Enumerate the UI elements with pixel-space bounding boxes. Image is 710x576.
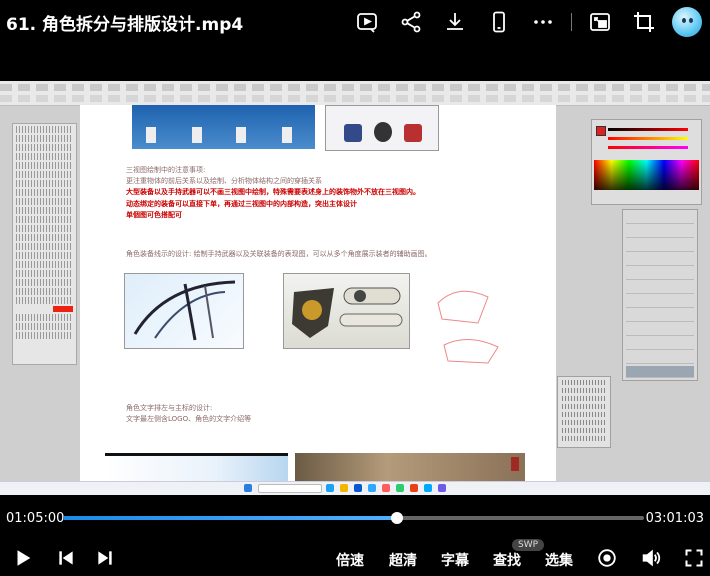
notes-red-line: 大型装备以及手持武器可以不画三视图中绘制，特殊需要表述身上的装饰物外不放在三视图… bbox=[126, 188, 420, 196]
current-time: 01:05:00 bbox=[6, 511, 65, 526]
accessory-details-image bbox=[325, 105, 439, 151]
total-time: 03:01:03 bbox=[645, 511, 704, 526]
equipment-note: 角色装备线示的设计: 绘制手持武器以及关联装备的表现图，可以从多个角度展示装者的… bbox=[126, 250, 432, 258]
pip-icon[interactable] bbox=[578, 6, 622, 38]
play-button[interactable] bbox=[9, 544, 37, 572]
layout-note: 文字最左侧含LOGO、角色的文字介绍等 bbox=[126, 415, 252, 423]
poster-image bbox=[295, 453, 525, 481]
layout-note: 角色文字排左与主标的设计: bbox=[126, 404, 213, 412]
crop-icon[interactable] bbox=[622, 6, 666, 38]
avatar[interactable] bbox=[672, 7, 702, 37]
taskbar-app-icon bbox=[368, 484, 376, 492]
taskbar-app-icon bbox=[396, 484, 404, 492]
video-frame[interactable]: 三视图绘制中的注意事项: 更注重物体的前后关系以及绘制、分析物体结构之间的穿插关… bbox=[0, 81, 710, 495]
episodes-button[interactable]: 选集 bbox=[545, 550, 573, 570]
notes-heading: 三视图绘制中的注意事项: bbox=[126, 166, 206, 174]
weapon-bow-image bbox=[124, 273, 244, 349]
photoshop-menubar bbox=[0, 81, 710, 106]
taskbar-app-icon bbox=[354, 484, 362, 492]
notes-red-line: 单個图可色搭配可 bbox=[126, 211, 182, 219]
weapon-gun-image bbox=[283, 273, 410, 349]
taskbar-app-icon bbox=[424, 484, 432, 492]
quality-button[interactable]: 超清 bbox=[389, 550, 417, 570]
search-button[interactable]: 查找 bbox=[493, 550, 521, 570]
start-icon bbox=[244, 484, 252, 492]
more-icon[interactable] bbox=[521, 6, 565, 38]
taskbar-app-icon bbox=[340, 484, 348, 492]
color-picker-panel[interactable] bbox=[591, 119, 702, 205]
taskbar-search-box bbox=[258, 484, 322, 493]
progress-fill bbox=[63, 516, 398, 520]
download-icon[interactable] bbox=[433, 6, 477, 38]
previous-button[interactable] bbox=[52, 544, 80, 572]
target-icon[interactable] bbox=[593, 544, 621, 572]
taskbar-app-icon bbox=[382, 484, 390, 492]
screen-record-icon[interactable] bbox=[345, 6, 389, 38]
history-panel bbox=[557, 376, 611, 448]
progress-track[interactable] bbox=[63, 512, 644, 524]
speed-button[interactable]: 倍速 bbox=[336, 550, 364, 570]
next-button[interactable] bbox=[91, 544, 119, 572]
taskbar-app-icon bbox=[326, 484, 334, 492]
share-icon[interactable] bbox=[389, 6, 433, 38]
sketch-image bbox=[428, 263, 510, 373]
banner-image bbox=[105, 453, 288, 484]
taskbar-app-icon bbox=[438, 484, 446, 492]
taskbar-app-icon bbox=[410, 484, 418, 492]
progress-thumb[interactable] bbox=[391, 512, 404, 524]
swp-badge: SWP bbox=[512, 539, 545, 551]
layers-right-panel bbox=[622, 209, 698, 381]
notes-red-line: 动态绑定的装备可以直接下单，再通过三视图中的内部构造，突出主体设计 bbox=[126, 200, 357, 208]
notes-line: 更注重物体的前后关系以及绘制、分析物体结构之间的穿插关系 bbox=[126, 177, 322, 185]
subtitle-button[interactable]: 字幕 bbox=[441, 550, 469, 570]
top-toolbar bbox=[345, 6, 702, 38]
phone-icon[interactable] bbox=[477, 6, 521, 38]
fullscreen-icon[interactable] bbox=[680, 544, 708, 572]
volume-icon[interactable] bbox=[637, 544, 665, 572]
layers-left-panel bbox=[12, 123, 77, 365]
player-controls: 倍速 超清 字幕 查找 选集 bbox=[0, 540, 710, 576]
title-bar: 61. 角色拆分与排版设计.mp4 bbox=[0, 0, 710, 44]
character-views-image bbox=[132, 105, 315, 149]
video-title: 61. 角色拆分与排版设计.mp4 bbox=[6, 15, 244, 35]
toolbar-divider bbox=[571, 13, 572, 31]
